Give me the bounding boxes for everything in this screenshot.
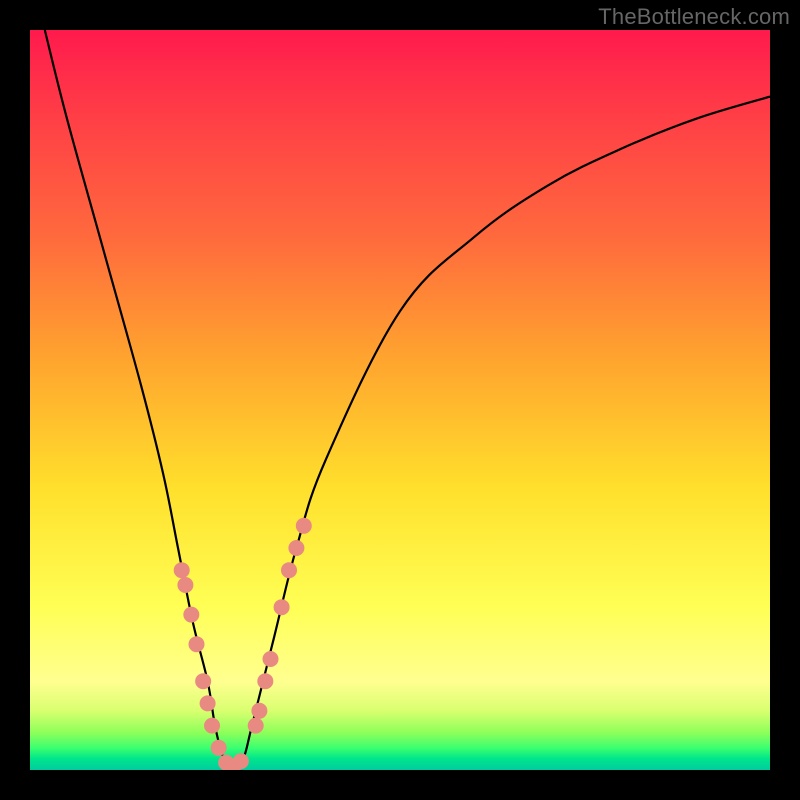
data-marker	[296, 518, 312, 534]
data-marker	[288, 540, 304, 556]
data-marker	[177, 577, 193, 593]
data-marker	[251, 703, 267, 719]
curve-layer	[30, 30, 770, 770]
data-markers	[174, 518, 312, 770]
data-marker	[200, 695, 216, 711]
data-marker	[257, 673, 273, 689]
data-marker	[204, 718, 220, 734]
watermark-text: TheBottleneck.com	[598, 4, 790, 30]
data-marker	[233, 753, 249, 769]
plot-area	[30, 30, 770, 770]
chart-frame: TheBottleneck.com	[0, 0, 800, 800]
bottleneck-curve	[45, 30, 770, 770]
data-marker	[174, 562, 190, 578]
data-marker	[211, 740, 227, 756]
data-marker	[189, 636, 205, 652]
data-marker	[281, 562, 297, 578]
data-marker	[183, 607, 199, 623]
data-marker	[248, 718, 264, 734]
data-marker	[195, 673, 211, 689]
data-marker	[274, 599, 290, 615]
data-marker	[263, 651, 279, 667]
